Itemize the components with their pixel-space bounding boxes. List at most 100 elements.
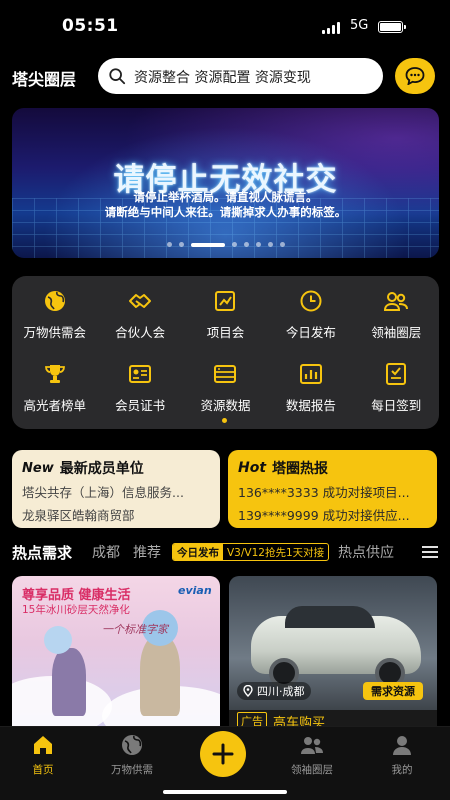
notice-marquee[interactable]: 今日发布 V3/V12抢先1天对接 bbox=[172, 543, 330, 561]
report-icon bbox=[299, 364, 322, 384]
carousel-dot[interactable] bbox=[243, 242, 249, 247]
carousel-dot[interactable] bbox=[267, 242, 273, 247]
network-type: 5G bbox=[350, 18, 369, 33]
search-icon bbox=[109, 68, 126, 85]
card-line: 塔尖共存（上海）信息服务... bbox=[22, 485, 184, 500]
tab-hot-supply[interactable]: 热点供应 bbox=[338, 542, 394, 562]
status-bar: 05:51 5G bbox=[0, 0, 450, 52]
person-figure bbox=[140, 636, 180, 716]
promo-banner[interactable]: 请停止无效社交 请停止举杯酒局。请直视人脉谎言。 请断绝与中间人来往。请撕掉求人… bbox=[12, 108, 439, 258]
search-bar[interactable]: 资源整合 资源配置 资源变现 bbox=[98, 58, 383, 94]
banner-subtitle: 请停止举杯酒局。请直视人脉谎言。 请断绝与中间人来往。请撕掉求人办事的标签。 bbox=[12, 190, 439, 220]
tabbar-label: 首页 bbox=[32, 764, 54, 776]
ad-tag: 广告 bbox=[237, 712, 267, 726]
person-figure bbox=[52, 648, 86, 716]
post-subtitle: 15年冰川砂层天然净化 bbox=[22, 604, 130, 616]
card-line: 139****9999 成功对接供应... bbox=[238, 508, 410, 523]
hot-news-card[interactable]: Hot 塔圈热报 136****3333 成功对接项目... 139****99… bbox=[228, 450, 437, 528]
notice-tag: 今日发布 bbox=[173, 544, 223, 560]
tabbar-home[interactable]: 首页 bbox=[3, 733, 83, 777]
search-placeholder: 资源整合 资源配置 资源变现 bbox=[134, 70, 311, 86]
carousel-dot[interactable] bbox=[279, 242, 285, 247]
signal-icon bbox=[322, 22, 342, 34]
location-text: 四川·成都 bbox=[257, 685, 305, 698]
new-tag: New bbox=[22, 460, 54, 476]
header: 塔尖圈层 资源整合 资源配置 资源变现 bbox=[0, 56, 450, 96]
trophy-icon bbox=[44, 365, 65, 383]
app-brand: 塔尖圈层 bbox=[12, 70, 77, 89]
card-title: 最新成员单位 bbox=[59, 461, 144, 477]
location-chip: 四川·成都 bbox=[237, 682, 311, 700]
database-icon bbox=[214, 365, 237, 383]
tabbar-label: 万物供需 bbox=[111, 764, 153, 776]
handshake-icon bbox=[129, 294, 152, 308]
carousel-dot[interactable] bbox=[231, 242, 237, 247]
menu-label: 高光者榜单 bbox=[23, 398, 86, 413]
feature-menu: 万物供需会 合伙人会 项目会 今日发布 领袖圈层 高光者榜单 会员证书 资源数据… bbox=[12, 276, 439, 429]
people-icon bbox=[384, 292, 409, 311]
car-window bbox=[285, 606, 375, 628]
tabbar-profile[interactable]: 我的 bbox=[362, 733, 442, 777]
tabbar-supply[interactable]: 万物供需 bbox=[92, 733, 172, 777]
carousel-dot[interactable] bbox=[255, 242, 261, 247]
message-button[interactable] bbox=[395, 58, 435, 94]
people-icon bbox=[301, 737, 323, 754]
menu-item-leaders[interactable]: 领袖圈层 bbox=[354, 288, 439, 341]
carousel-dots bbox=[12, 242, 439, 247]
menu-label: 每日签到 bbox=[371, 398, 422, 413]
tab-chengdu[interactable]: 成都 bbox=[92, 542, 120, 562]
menu-label: 资源数据 bbox=[200, 398, 251, 413]
banner-line: 请断绝与中间人来往。请撕掉求人办事的标签。 bbox=[104, 205, 347, 219]
tabbar-label: 领袖圈层 bbox=[291, 764, 333, 776]
globe-icon bbox=[44, 291, 65, 311]
notice-text: V3/V12抢先1天对接 bbox=[227, 546, 325, 559]
menu-item-data-report[interactable]: 数据报告 bbox=[268, 361, 353, 414]
status-time: 05:51 bbox=[62, 16, 119, 36]
battery-icon bbox=[378, 21, 406, 33]
tabbar-label: 我的 bbox=[391, 764, 413, 776]
menu-item-today[interactable]: 今日发布 bbox=[268, 288, 353, 341]
menu-item-resource-data[interactable]: 资源数据 bbox=[183, 361, 268, 414]
new-members-card[interactable]: New 最新成员单位 塔尖共存（上海）信息服务... 龙泉驿区皓翰商贸部 bbox=[12, 450, 220, 528]
card-line: 龙泉驿区皓翰商贸部 bbox=[22, 508, 135, 523]
hot-tabs: 热点需求 成都 推荐 今日发布 V3/V12抢先1天对接 热点供应 bbox=[0, 540, 450, 564]
feed-post-ad[interactable]: 尊享品质 健康生活 15年冰川砂层天然净化 evian 一个标准字家 bbox=[12, 576, 220, 726]
bottom-tabbar: 首页 万物供需 领袖圈层 我的 bbox=[0, 726, 450, 800]
need-resource-badge: 需求资源 bbox=[363, 682, 423, 700]
banner-line: 请停止举杯酒局。请直视人脉谎言。 bbox=[133, 190, 318, 204]
publish-button[interactable] bbox=[200, 731, 246, 777]
carousel-dot-active[interactable] bbox=[190, 242, 225, 247]
location-pin-icon bbox=[243, 685, 253, 697]
brand-logo: evian bbox=[178, 584, 212, 597]
clock-icon bbox=[300, 290, 322, 312]
home-indicator bbox=[163, 790, 287, 794]
chart-icon bbox=[215, 291, 236, 311]
menu-label: 项目会 bbox=[206, 325, 245, 340]
card-title: 塔圈热报 bbox=[272, 461, 329, 477]
card-line: 136****3333 成功对接项目... bbox=[238, 485, 410, 500]
post-title: 尊享品质 健康生活 bbox=[22, 588, 131, 603]
hair-shape bbox=[44, 626, 72, 654]
menu-icon[interactable] bbox=[422, 546, 438, 558]
carousel-dot[interactable] bbox=[166, 242, 172, 247]
menu-item-projects[interactable]: 项目会 bbox=[183, 288, 268, 341]
menu-item-checkin[interactable]: 每日签到 bbox=[354, 361, 439, 414]
tab-recommend[interactable]: 推荐 bbox=[133, 542, 161, 562]
globe-icon bbox=[122, 735, 142, 755]
menu-item-ranking[interactable]: 高光者榜单 bbox=[12, 361, 97, 414]
checkin-icon bbox=[386, 363, 407, 385]
feed-post-car[interactable]: 四川·成都 需求资源 广告 高车购买 bbox=[229, 576, 437, 726]
post-footer-text: 高车购买 bbox=[273, 716, 326, 726]
chat-bubble-icon bbox=[405, 67, 425, 85]
tabbar-leaders[interactable]: 领袖圈层 bbox=[272, 733, 352, 777]
home-icon bbox=[34, 736, 52, 754]
menu-item-supply-demand[interactable]: 万物供需会 bbox=[12, 288, 97, 341]
menu-label: 会员证书 bbox=[115, 398, 166, 413]
menu-label: 合伙人会 bbox=[115, 325, 166, 340]
menu-label: 数据报告 bbox=[285, 398, 336, 413]
menu-item-certificate[interactable]: 会员证书 bbox=[97, 361, 182, 414]
menu-item-partners[interactable]: 合伙人会 bbox=[97, 288, 182, 341]
menu-label: 万物供需会 bbox=[23, 325, 86, 340]
carousel-dot[interactable] bbox=[178, 242, 184, 247]
tab-hot-demand[interactable]: 热点需求 bbox=[12, 542, 72, 563]
